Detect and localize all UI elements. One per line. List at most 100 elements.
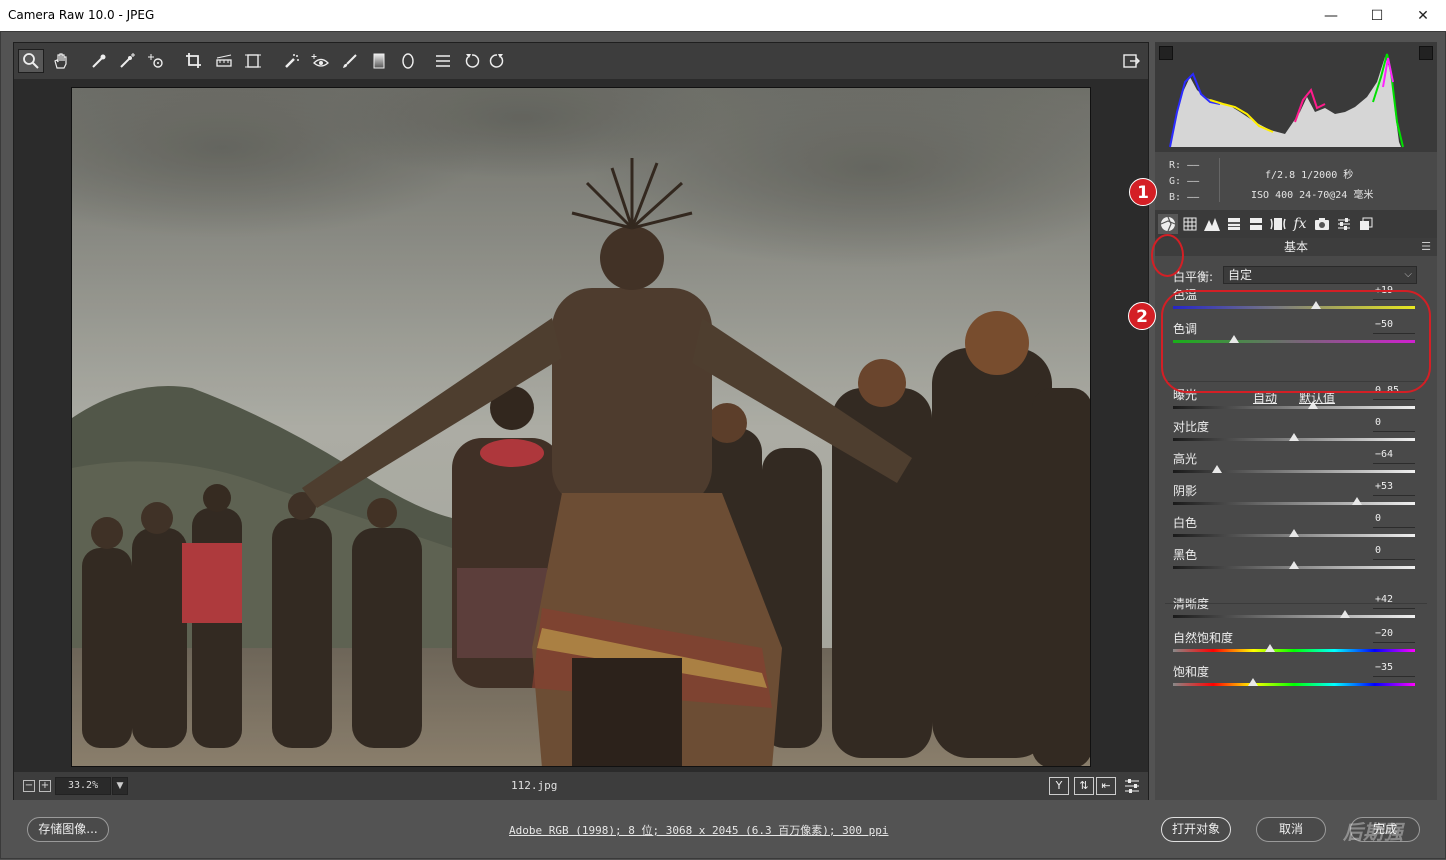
panel-title: 基本 [1155,238,1437,256]
effects-tab-fx-icon[interactable]: fx [1290,214,1310,234]
clarity-value-field[interactable]: +42 [1373,594,1415,609]
minimize-button[interactable]: — [1308,0,1354,31]
saturation-slider-track[interactable] [1173,683,1415,686]
basic-tab-aperture-icon[interactable] [1158,214,1178,234]
crop-tool-icon[interactable] [181,49,207,73]
r-value: —— [1187,160,1200,171]
toolbar [14,43,1148,79]
panel-tabs: fx [1155,210,1437,238]
save-image-button[interactable]: 存储图像... [27,817,109,842]
highlights-label: 高光 [1173,452,1198,466]
graduated-filter-tool-icon[interactable] [366,49,392,73]
saturation-label: 饱和度 [1173,665,1210,679]
targeted-adjustment-tool-icon[interactable] [143,49,169,73]
vibrance-value-field[interactable]: −20 [1373,628,1415,643]
blacks-slider-thumb[interactable] [1289,561,1299,569]
saturation-slider-thumb[interactable] [1247,678,1258,686]
saturation-value-field[interactable]: −35 [1373,662,1415,677]
window-title: Camera Raw 10.0 - JPEG [8,8,155,22]
title-bar: Camera Raw 10.0 - JPEG — ☐ ✕ [0,0,1446,31]
zoom-in-button[interactable]: + [39,780,51,792]
shadows-slider-track[interactable] [1173,502,1415,505]
red-eye-removal-tool-icon[interactable] [307,49,333,73]
white-balance-tool-icon[interactable] [86,49,112,73]
annotation-circle-2 [1161,290,1431,393]
blacks-value-field[interactable]: 0 [1373,545,1415,560]
zoom-out-button[interactable]: − [23,780,35,792]
hsl-tab-icon[interactable] [1224,214,1244,234]
spot-removal-tool-icon[interactable] [279,49,305,73]
whites-label: 白色 [1173,516,1198,530]
open-object-button[interactable]: 打开对象 [1161,817,1231,842]
histogram [1155,42,1437,152]
maximize-button[interactable]: ☐ [1354,0,1400,31]
annotation-circle-1 [1151,234,1184,277]
zoom-tool-icon[interactable] [18,49,44,73]
straighten-tool-icon[interactable] [211,49,237,73]
detail-tab-mountain-icon[interactable] [1202,214,1222,234]
tone-curve-tab-icon[interactable] [1180,214,1200,234]
rgb-readout: R: —— G: —— B: —— f/2.8 1/2000 秒 ISO 400… [1155,154,1437,204]
preferences-list-icon[interactable] [430,49,456,73]
lens-corrections-tab-icon[interactable] [1268,214,1288,234]
whites-slider-thumb[interactable] [1289,529,1299,537]
vibrance-label: 自然饱和度 [1173,631,1234,645]
highlights-slider-thumb[interactable] [1211,465,1222,473]
highlights-value-field[interactable]: −64 [1373,449,1415,464]
swap-before-after-icon[interactable]: ⇅ [1074,777,1094,795]
clarity-slider-track[interactable] [1173,615,1415,618]
annotation-marker-1: 1 [1129,178,1157,206]
transform-tool-icon[interactable] [240,49,266,73]
vibrance-slider-thumb[interactable] [1264,644,1275,652]
clarity-slider-thumb[interactable] [1339,610,1350,618]
copy-settings-icon[interactable]: ⇤ [1096,777,1116,795]
b-value: —— [1187,192,1200,203]
preview-area: − + 33.2% ▼ 112.jpg Y ⇅ ⇤ [13,42,1149,800]
file-name: 112.jpg [511,779,558,792]
workflow-options-link[interactable]: Adobe RGB (1998); 8 位; 3068 x 2045 (6.3 … [509,822,889,838]
snapshots-tab-icon[interactable] [1356,214,1376,234]
contrast-slider-thumb[interactable] [1289,433,1299,441]
whites-value-field[interactable]: 0 [1373,513,1415,528]
white-balance-value: 自定 [1228,268,1253,282]
image-canvas[interactable] [14,79,1148,772]
b-label: B: [1169,192,1182,203]
g-value: —— [1187,176,1200,187]
g-label: G: [1169,176,1182,187]
preview-photo[interactable] [71,87,1091,767]
blacks-label: 黑色 [1173,548,1198,562]
close-button[interactable]: ✕ [1400,0,1446,31]
contrast-label: 对比度 [1173,420,1210,434]
shadows-value-field[interactable]: +53 [1373,481,1415,496]
contrast-value-field[interactable]: 0 [1373,417,1415,432]
cancel-button[interactable]: 取消 [1256,817,1326,842]
radial-filter-tool-icon[interactable] [395,49,421,73]
color-sampler-tool-icon[interactable] [114,49,140,73]
rotate-ccw-icon[interactable] [459,49,485,73]
white-balance-select[interactable]: 自定 ⌵ [1223,266,1417,284]
zoom-level-field[interactable]: 33.2% [55,777,111,795]
split-toning-tab-icon[interactable] [1246,214,1266,234]
fullscreen-icon[interactable] [1118,49,1144,73]
camera-raw-dialog: − + 33.2% ▼ 112.jpg Y ⇅ ⇤ R: —— G: —— B:… [0,31,1446,859]
exif-aperture-shutter: f/2.8 1/2000 秒 [1265,170,1354,181]
rotate-cw-icon[interactable] [484,49,510,73]
zoom-dropdown-icon[interactable]: ▼ [112,777,128,795]
view-settings-icon[interactable] [1124,778,1140,797]
before-after-view-button[interactable]: Y [1049,777,1069,795]
presets-tab-sliders-icon[interactable] [1334,214,1354,234]
hand-tool-icon[interactable] [48,49,74,73]
status-bar: − + 33.2% ▼ 112.jpg Y ⇅ ⇤ [14,772,1148,800]
exposure-slider-track[interactable] [1173,406,1415,409]
adjustment-brush-tool-icon[interactable] [337,49,363,73]
shadows-slider-thumb[interactable] [1351,497,1362,505]
vibrance-slider-track[interactable] [1173,649,1415,652]
annotation-marker-2: 2 [1128,302,1156,330]
shadows-label: 阴影 [1173,484,1198,498]
camera-calibration-tab-icon[interactable] [1312,214,1332,234]
highlights-slider-track[interactable] [1173,470,1415,473]
watermark-logo: 后期强 [1343,820,1403,844]
exif-iso-lens: ISO 400 24-70@24 毫米 [1251,190,1374,201]
r-label: R: [1169,160,1182,171]
panel-menu-icon[interactable]: ☰ [1421,240,1431,253]
